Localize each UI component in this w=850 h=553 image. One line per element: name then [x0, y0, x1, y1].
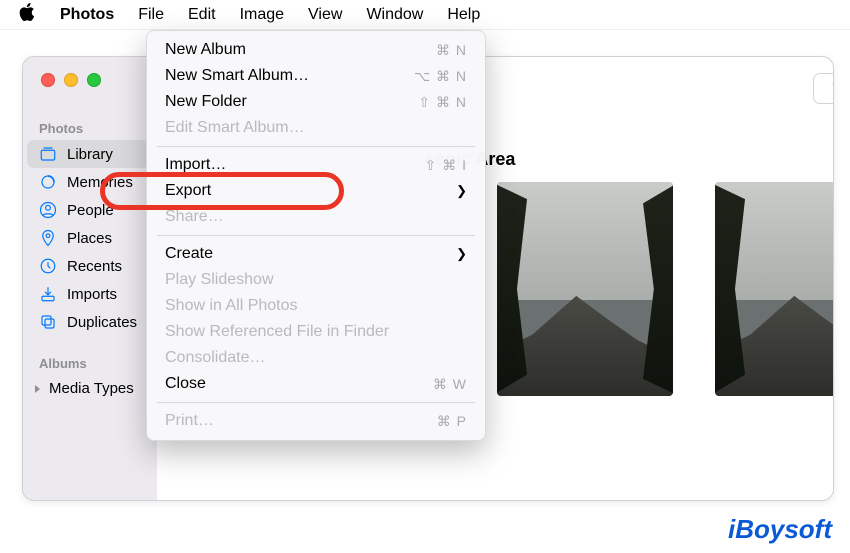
menu-shortcut: ⇧ ⌘ I: [425, 157, 467, 174]
menu-label: Export: [165, 182, 211, 200]
menu-import[interactable]: Import… ⇧ ⌘ I: [147, 152, 485, 178]
menu-shortcut: ⇧ ⌘ N: [418, 94, 467, 111]
menu-shortcut: ⌘ N: [436, 42, 467, 59]
recents-icon: [39, 257, 57, 275]
menu-edit-smart-album: Edit Smart Album…: [147, 115, 485, 141]
menubar-item-edit[interactable]: Edit: [188, 6, 216, 24]
menu-shortcut: ⌥ ⌘ N: [414, 68, 467, 85]
menu-separator: [157, 402, 475, 403]
menu-new-folder[interactable]: New Folder ⇧ ⌘ N: [147, 89, 485, 115]
menu-print: Print… ⌘ P: [147, 408, 485, 434]
sidebar-item-label: Duplicates: [67, 314, 137, 331]
sidebar-item-label: Recents: [67, 258, 122, 275]
menu-separator: [157, 235, 475, 236]
menu-share: Share…: [147, 204, 485, 230]
menu-label: New Folder: [165, 93, 247, 111]
sidebar-item-media-types[interactable]: Media Types: [27, 375, 149, 402]
menu-label: Show Referenced File in Finder: [165, 323, 389, 341]
watermark: iBoysoft: [728, 514, 832, 545]
menu-export[interactable]: Export ❯: [147, 178, 485, 204]
sidebar-item-label: Places: [67, 230, 112, 247]
imports-icon: [39, 285, 57, 303]
sidebar-item-label: Media Types: [49, 380, 134, 397]
menu-label: Play Slideshow: [165, 271, 274, 289]
sidebar-item-people[interactable]: People: [27, 196, 149, 224]
menu-play-slideshow: Play Slideshow: [147, 267, 485, 293]
menu-label: Show in All Photos: [165, 297, 298, 315]
location-title: cenic Area: [425, 149, 834, 170]
chevron-right-icon: ❯: [456, 183, 467, 199]
sidebar-item-memories[interactable]: Memories: [27, 168, 149, 196]
sidebar: Photos Library Memories People Places Re…: [23, 57, 157, 500]
file-menu-dropdown: New Album ⌘ N New Smart Album… ⌥ ⌘ N New F…: [146, 30, 486, 441]
menu-label: Consolidate…: [165, 349, 266, 367]
menubar-item-window[interactable]: Window: [366, 6, 423, 24]
menubar-item-image[interactable]: Image: [240, 6, 284, 24]
memories-icon: [39, 173, 57, 191]
menu-create[interactable]: Create ❯: [147, 241, 485, 267]
photo-grid: [497, 182, 834, 396]
view-scope-years[interactable]: Years: [813, 73, 834, 104]
sidebar-header-photos: Photos: [27, 117, 149, 140]
sidebar-item-label: Memories: [67, 174, 133, 191]
traffic-lights: [41, 73, 101, 87]
sidebar-item-label: Imports: [67, 286, 117, 303]
chevron-right-icon: ❯: [456, 246, 467, 262]
menu-show-all-photos: Show in All Photos: [147, 293, 485, 319]
menu-new-album[interactable]: New Album ⌘ N: [147, 37, 485, 63]
menu-shortcut: ⌘ W: [433, 376, 467, 393]
menu-label: Print…: [165, 412, 214, 430]
sidebar-item-label: People: [67, 202, 114, 219]
sidebar-item-imports[interactable]: Imports: [27, 280, 149, 308]
menu-consolidate: Consolidate…: [147, 345, 485, 371]
menu-label: Close: [165, 375, 206, 393]
sidebar-item-label: Library: [67, 146, 113, 163]
chevron-right-icon: [33, 384, 43, 394]
menu-label: Share…: [165, 208, 224, 226]
menu-label: Edit Smart Album…: [165, 119, 305, 137]
menu-close[interactable]: Close ⌘ W: [147, 371, 485, 397]
menu-label: New Smart Album…: [165, 67, 309, 85]
menu-new-smart-album[interactable]: New Smart Album… ⌥ ⌘ N: [147, 63, 485, 89]
menubar: Photos File Edit Image View Window Help: [0, 0, 850, 30]
menu-label: Create: [165, 245, 213, 263]
photo-thumbnail[interactable]: [715, 182, 834, 396]
menubar-app-name[interactable]: Photos: [60, 6, 114, 24]
menu-show-referenced: Show Referenced File in Finder: [147, 319, 485, 345]
sidebar-header-albums: Albums: [27, 352, 149, 375]
sidebar-item-library[interactable]: Library: [27, 140, 149, 168]
menu-shortcut: ⌘ P: [437, 413, 467, 430]
menu-separator: [157, 146, 475, 147]
duplicates-icon: [39, 313, 57, 331]
people-icon: [39, 201, 57, 219]
sidebar-item-duplicates[interactable]: Duplicates: [27, 308, 149, 336]
menu-label: Import…: [165, 156, 226, 174]
places-icon: [39, 229, 57, 247]
photo-stack-icon: [39, 145, 57, 163]
sidebar-item-recents[interactable]: Recents: [27, 252, 149, 280]
apple-icon[interactable]: [18, 3, 36, 26]
close-window-button[interactable]: [41, 73, 55, 87]
minimize-window-button[interactable]: [64, 73, 78, 87]
sidebar-item-places[interactable]: Places: [27, 224, 149, 252]
menu-label: New Album: [165, 41, 246, 59]
menubar-item-view[interactable]: View: [308, 6, 342, 24]
fullscreen-window-button[interactable]: [87, 73, 101, 87]
menubar-item-help[interactable]: Help: [447, 6, 480, 24]
menubar-item-file[interactable]: File: [138, 6, 164, 24]
photo-thumbnail[interactable]: [497, 182, 673, 396]
